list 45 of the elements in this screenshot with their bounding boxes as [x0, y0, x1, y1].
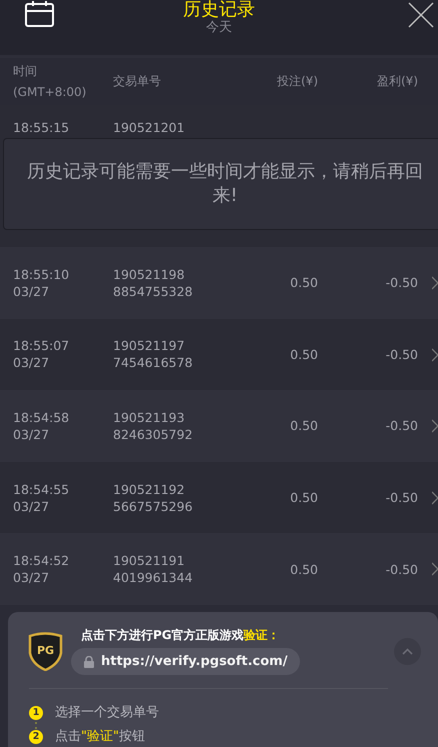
- collapse-button[interactable]: [394, 638, 421, 665]
- profit-cell: -0.50: [386, 490, 418, 506]
- chevron-right-icon[interactable]: [432, 419, 438, 434]
- order-number-cell-text: 190521198 8854755328: [113, 266, 194, 300]
- bet-cell: 0.50: [290, 275, 318, 290]
- bet-cell: 0.50: [290, 346, 318, 362]
- order-number-cell-text: 190521191 4019961344: [113, 552, 194, 586]
- step-number: 1: [29, 706, 43, 720]
- page-title: 历史记录: [183, 0, 255, 20]
- order-number-cell-text: 190521193 8246305792: [113, 408, 194, 443]
- time-cell-text: 18:55:07 03/27: [13, 337, 70, 372]
- lock-icon: [84, 656, 94, 668]
- verify-link[interactable]: https://verify.pgsoft.com/: [71, 648, 300, 675]
- time-cell-text: 18:55:10 03/27: [13, 266, 70, 300]
- chevron-right-icon[interactable]: [432, 276, 438, 290]
- order-number-cell-text: 190521192 5667575296: [113, 480, 194, 515]
- bet-cell: 0.50: [290, 562, 318, 577]
- order-number-cell-text: 190521197 7454616578: [113, 337, 194, 372]
- time-cell-text: 18:54:52 03/27: [13, 552, 70, 586]
- order-number-cell-text: 190521201: [113, 119, 186, 136]
- step-number: 2: [29, 730, 43, 744]
- calendar-icon[interactable]: [25, 1, 55, 27]
- step-text: 选择一个交易单号: [55, 704, 159, 722]
- column-header: 时间 (GMT+8:00): [13, 62, 88, 100]
- date-filter-label: 今天: [206, 20, 232, 35]
- bet-cell: 0.50: [290, 490, 318, 506]
- time-cell-text: 18:54:58 03/27: [13, 408, 70, 443]
- step-text: 点击"验证"按钮: [55, 728, 145, 746]
- column-header: 投注(¥): [277, 73, 318, 90]
- bet-cell: 0.50: [290, 418, 318, 434]
- profit-cell: -0.50: [386, 346, 418, 362]
- profit-cell: -0.50: [386, 562, 418, 577]
- profit-cell: -0.50: [386, 275, 418, 290]
- chevron-right-icon[interactable]: [432, 490, 438, 505]
- close-icon[interactable]: [408, 2, 434, 28]
- chevron-right-icon[interactable]: [432, 348, 438, 362]
- chevron-right-icon[interactable]: [432, 562, 438, 576]
- verify-heading: 点击下方进行PG官方正版游戏验证：: [81, 627, 280, 643]
- shield-logo: PG: [28, 631, 63, 671]
- column-header: 交易单号: [113, 73, 162, 90]
- column-header: 盈利(¥): [377, 73, 418, 90]
- time-cell-text: 18:54:55 03/27: [13, 480, 70, 515]
- notice-text: 历史记录可能需要一些时间才能显示，请稍后再回来!: [26, 160, 424, 208]
- time-cell-text: 18:55:15: [13, 119, 70, 136]
- profit-cell: -0.50: [386, 418, 418, 434]
